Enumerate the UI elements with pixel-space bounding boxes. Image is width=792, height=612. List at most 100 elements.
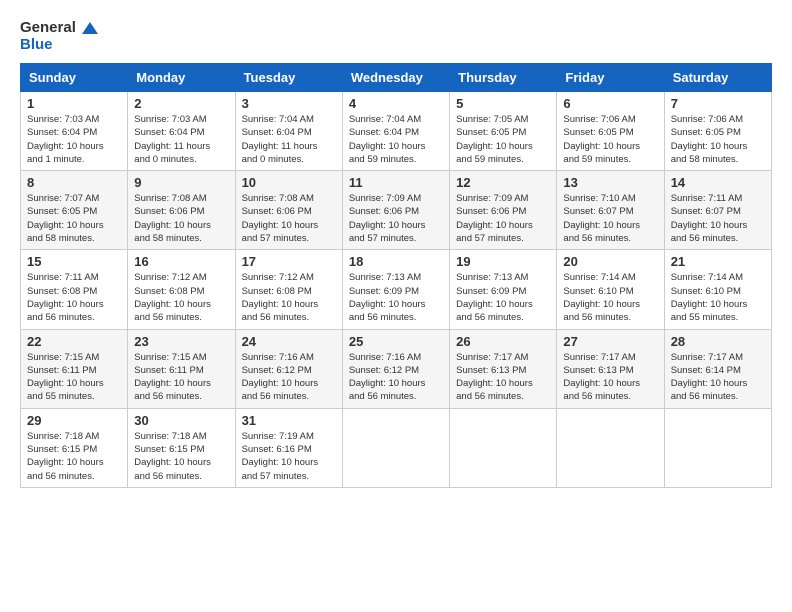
- calendar-table: Sunday Monday Tuesday Wednesday Thursday…: [20, 63, 772, 488]
- day-cell-4: 4 Sunrise: 7:04 AM Sunset: 6:04 PM Dayli…: [342, 92, 449, 171]
- day-cell-24: 24 Sunrise: 7:16 AM Sunset: 6:12 PM Dayl…: [235, 329, 342, 408]
- page-header: General Blue: [20, 20, 772, 53]
- day-number-3: 3: [242, 96, 336, 111]
- day-number-25: 25: [349, 334, 443, 349]
- day-cell-3: 3 Sunrise: 7:04 AM Sunset: 6:04 PM Dayli…: [235, 92, 342, 171]
- day-cell-15: 15 Sunrise: 7:11 AM Sunset: 6:08 PM Dayl…: [21, 250, 128, 329]
- day-info-20: Sunrise: 7:14 AM Sunset: 6:10 PM Dayligh…: [563, 271, 657, 324]
- day-info-1: Sunrise: 7:03 AM Sunset: 6:04 PM Dayligh…: [27, 113, 121, 166]
- day-info-12: Sunrise: 7:09 AM Sunset: 6:06 PM Dayligh…: [456, 192, 550, 245]
- day-info-30: Sunrise: 7:18 AM Sunset: 6:15 PM Dayligh…: [134, 430, 228, 483]
- day-cell-16: 16 Sunrise: 7:12 AM Sunset: 6:08 PM Dayl…: [128, 250, 235, 329]
- day-info-16: Sunrise: 7:12 AM Sunset: 6:08 PM Dayligh…: [134, 271, 228, 324]
- day-cell-17: 17 Sunrise: 7:12 AM Sunset: 6:08 PM Dayl…: [235, 250, 342, 329]
- day-info-19: Sunrise: 7:13 AM Sunset: 6:09 PM Dayligh…: [456, 271, 550, 324]
- day-number-23: 23: [134, 334, 228, 349]
- day-info-4: Sunrise: 7:04 AM Sunset: 6:04 PM Dayligh…: [349, 113, 443, 166]
- day-cell-12: 12 Sunrise: 7:09 AM Sunset: 6:06 PM Dayl…: [450, 171, 557, 250]
- day-cell-23: 23 Sunrise: 7:15 AM Sunset: 6:11 PM Dayl…: [128, 329, 235, 408]
- day-number-9: 9: [134, 175, 228, 190]
- day-info-10: Sunrise: 7:08 AM Sunset: 6:06 PM Dayligh…: [242, 192, 336, 245]
- logo-blue: Blue: [20, 37, 98, 54]
- day-info-29: Sunrise: 7:18 AM Sunset: 6:15 PM Dayligh…: [27, 430, 121, 483]
- day-number-27: 27: [563, 334, 657, 349]
- empty-cell: [342, 408, 449, 487]
- day-number-2: 2: [134, 96, 228, 111]
- day-number-16: 16: [134, 254, 228, 269]
- day-info-8: Sunrise: 7:07 AM Sunset: 6:05 PM Dayligh…: [27, 192, 121, 245]
- day-number-14: 14: [671, 175, 765, 190]
- day-info-23: Sunrise: 7:15 AM Sunset: 6:11 PM Dayligh…: [134, 351, 228, 404]
- day-info-24: Sunrise: 7:16 AM Sunset: 6:12 PM Dayligh…: [242, 351, 336, 404]
- header-wednesday: Wednesday: [342, 64, 449, 92]
- day-info-14: Sunrise: 7:11 AM Sunset: 6:07 PM Dayligh…: [671, 192, 765, 245]
- day-info-26: Sunrise: 7:17 AM Sunset: 6:13 PM Dayligh…: [456, 351, 550, 404]
- day-number-11: 11: [349, 175, 443, 190]
- day-cell-25: 25 Sunrise: 7:16 AM Sunset: 6:12 PM Dayl…: [342, 329, 449, 408]
- day-cell-26: 26 Sunrise: 7:17 AM Sunset: 6:13 PM Dayl…: [450, 329, 557, 408]
- day-number-19: 19: [456, 254, 550, 269]
- day-number-17: 17: [242, 254, 336, 269]
- day-number-26: 26: [456, 334, 550, 349]
- day-cell-22: 22 Sunrise: 7:15 AM Sunset: 6:11 PM Dayl…: [21, 329, 128, 408]
- day-number-31: 31: [242, 413, 336, 428]
- week-row-2: 8 Sunrise: 7:07 AM Sunset: 6:05 PM Dayli…: [21, 171, 772, 250]
- day-number-22: 22: [27, 334, 121, 349]
- day-info-11: Sunrise: 7:09 AM Sunset: 6:06 PM Dayligh…: [349, 192, 443, 245]
- day-number-8: 8: [27, 175, 121, 190]
- day-info-22: Sunrise: 7:15 AM Sunset: 6:11 PM Dayligh…: [27, 351, 121, 404]
- day-cell-8: 8 Sunrise: 7:07 AM Sunset: 6:05 PM Dayli…: [21, 171, 128, 250]
- day-cell-6: 6 Sunrise: 7:06 AM Sunset: 6:05 PM Dayli…: [557, 92, 664, 171]
- day-number-13: 13: [563, 175, 657, 190]
- day-info-2: Sunrise: 7:03 AM Sunset: 6:04 PM Dayligh…: [134, 113, 228, 166]
- header-tuesday: Tuesday: [235, 64, 342, 92]
- day-info-13: Sunrise: 7:10 AM Sunset: 6:07 PM Dayligh…: [563, 192, 657, 245]
- day-cell-21: 21 Sunrise: 7:14 AM Sunset: 6:10 PM Dayl…: [664, 250, 771, 329]
- day-cell-2: 2 Sunrise: 7:03 AM Sunset: 6:04 PM Dayli…: [128, 92, 235, 171]
- day-cell-18: 18 Sunrise: 7:13 AM Sunset: 6:09 PM Dayl…: [342, 250, 449, 329]
- day-info-7: Sunrise: 7:06 AM Sunset: 6:05 PM Dayligh…: [671, 113, 765, 166]
- day-cell-28: 28 Sunrise: 7:17 AM Sunset: 6:14 PM Dayl…: [664, 329, 771, 408]
- logo-general: General: [20, 20, 98, 37]
- day-info-6: Sunrise: 7:06 AM Sunset: 6:05 PM Dayligh…: [563, 113, 657, 166]
- day-number-30: 30: [134, 413, 228, 428]
- day-number-5: 5: [456, 96, 550, 111]
- day-number-20: 20: [563, 254, 657, 269]
- day-info-25: Sunrise: 7:16 AM Sunset: 6:12 PM Dayligh…: [349, 351, 443, 404]
- day-cell-9: 9 Sunrise: 7:08 AM Sunset: 6:06 PM Dayli…: [128, 171, 235, 250]
- day-cell-11: 11 Sunrise: 7:09 AM Sunset: 6:06 PM Dayl…: [342, 171, 449, 250]
- day-info-5: Sunrise: 7:05 AM Sunset: 6:05 PM Dayligh…: [456, 113, 550, 166]
- day-cell-30: 30 Sunrise: 7:18 AM Sunset: 6:15 PM Dayl…: [128, 408, 235, 487]
- day-info-9: Sunrise: 7:08 AM Sunset: 6:06 PM Dayligh…: [134, 192, 228, 245]
- day-info-27: Sunrise: 7:17 AM Sunset: 6:13 PM Dayligh…: [563, 351, 657, 404]
- day-info-28: Sunrise: 7:17 AM Sunset: 6:14 PM Dayligh…: [671, 351, 765, 404]
- empty-cell: [450, 408, 557, 487]
- week-row-4: 22 Sunrise: 7:15 AM Sunset: 6:11 PM Dayl…: [21, 329, 772, 408]
- weekday-header-row: Sunday Monday Tuesday Wednesday Thursday…: [21, 64, 772, 92]
- empty-cell: [664, 408, 771, 487]
- header-sunday: Sunday: [21, 64, 128, 92]
- day-cell-1: 1 Sunrise: 7:03 AM Sunset: 6:04 PM Dayli…: [21, 92, 128, 171]
- header-thursday: Thursday: [450, 64, 557, 92]
- day-cell-19: 19 Sunrise: 7:13 AM Sunset: 6:09 PM Dayl…: [450, 250, 557, 329]
- day-cell-27: 27 Sunrise: 7:17 AM Sunset: 6:13 PM Dayl…: [557, 329, 664, 408]
- day-number-12: 12: [456, 175, 550, 190]
- day-cell-13: 13 Sunrise: 7:10 AM Sunset: 6:07 PM Dayl…: [557, 171, 664, 250]
- day-number-18: 18: [349, 254, 443, 269]
- day-number-7: 7: [671, 96, 765, 111]
- header-saturday: Saturday: [664, 64, 771, 92]
- header-friday: Friday: [557, 64, 664, 92]
- day-number-24: 24: [242, 334, 336, 349]
- day-info-21: Sunrise: 7:14 AM Sunset: 6:10 PM Dayligh…: [671, 271, 765, 324]
- day-number-1: 1: [27, 96, 121, 111]
- empty-cell: [557, 408, 664, 487]
- day-info-15: Sunrise: 7:11 AM Sunset: 6:08 PM Dayligh…: [27, 271, 121, 324]
- week-row-3: 15 Sunrise: 7:11 AM Sunset: 6:08 PM Dayl…: [21, 250, 772, 329]
- day-number-29: 29: [27, 413, 121, 428]
- week-row-5: 29 Sunrise: 7:18 AM Sunset: 6:15 PM Dayl…: [21, 408, 772, 487]
- day-number-10: 10: [242, 175, 336, 190]
- day-cell-29: 29 Sunrise: 7:18 AM Sunset: 6:15 PM Dayl…: [21, 408, 128, 487]
- logo-text: General Blue: [20, 20, 98, 53]
- day-info-3: Sunrise: 7:04 AM Sunset: 6:04 PM Dayligh…: [242, 113, 336, 166]
- day-number-28: 28: [671, 334, 765, 349]
